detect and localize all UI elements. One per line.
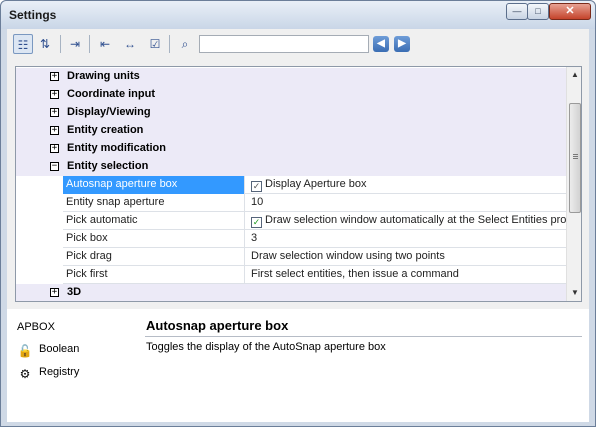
settings-tree: + Drawing units + Coordinate input + Dis…: [15, 66, 582, 302]
categorized-view-icon[interactable]: ☷: [13, 34, 33, 54]
property-value[interactable]: Draw selection window using two points: [246, 248, 566, 266]
category-row[interactable]: + Display/Viewing: [16, 104, 566, 122]
info-title: Autosnap aperture box: [146, 318, 289, 333]
expand-icon[interactable]: +: [50, 108, 59, 117]
category-row[interactable]: + Coordinate input: [16, 86, 566, 104]
search-input[interactable]: [199, 35, 369, 53]
toolbar: ☷ ⇅ ⇥ ⇤ ↔ ☑ ⌕ ◀ ▶: [7, 29, 589, 61]
property-row[interactable]: Pick drag Draw selection window using tw…: [63, 248, 566, 266]
window-title: Settings: [9, 8, 57, 22]
property-row[interactable]: Pick first First select entities, then i…: [63, 266, 566, 284]
title-bar[interactable]: Settings — □ ✕: [1, 1, 595, 29]
variable-name: APBOX: [17, 321, 55, 333]
property-value[interactable]: ✓ Display Aperture box: [246, 176, 566, 194]
type-label: Boolean: [39, 343, 80, 355]
minimize-button[interactable]: —: [506, 3, 528, 20]
property-name: Pick drag: [63, 248, 245, 266]
expand-icon[interactable]: +: [50, 126, 59, 135]
expand-icon[interactable]: +: [50, 288, 59, 297]
grip-icon: [573, 154, 578, 155]
scroll-thumb[interactable]: [569, 103, 581, 213]
property-name: Pick first: [63, 266, 245, 284]
scroll-down-icon[interactable]: ▼: [567, 285, 581, 301]
expand-icon[interactable]: +: [50, 72, 59, 81]
category-row[interactable]: − Entity selection: [16, 158, 566, 176]
category-row[interactable]: + Entity modification: [16, 140, 566, 158]
category-label: Entity selection: [67, 160, 149, 172]
toolbar-separator: [60, 35, 61, 53]
property-value[interactable]: 10: [246, 194, 566, 212]
property-name: Pick box: [63, 230, 245, 248]
property-row[interactable]: Pick box 3: [63, 230, 566, 248]
property-row[interactable]: Autosnap aperture box ✓ Display Aperture …: [63, 176, 566, 194]
category-row[interactable]: + Entity creation: [16, 122, 566, 140]
type-item: 🔓 Boolean: [17, 343, 80, 359]
alphabetical-sort-icon[interactable]: ⇅: [35, 34, 55, 54]
expand-icon[interactable]: +: [50, 144, 59, 153]
find-icon[interactable]: ⌕: [175, 34, 195, 54]
property-name: Entity snap aperture: [63, 194, 245, 212]
collapse-icon[interactable]: −: [50, 162, 59, 171]
maximize-button[interactable]: □: [527, 3, 549, 20]
toolbar-separator: [169, 35, 170, 53]
property-value[interactable]: ✓ Draw selection window automatically at …: [246, 212, 566, 230]
property-name: Pick automatic: [63, 212, 245, 230]
category-label: Drawing units: [67, 70, 140, 82]
category-row[interactable]: + 3D: [16, 284, 566, 301]
import-icon[interactable]: ⇤: [95, 34, 115, 54]
category-label: Entity modification: [67, 142, 166, 154]
checkbox[interactable]: ✓: [251, 181, 262, 192]
next-result-button[interactable]: ▶: [394, 36, 410, 52]
property-value[interactable]: First select entities, then issue a comm…: [246, 266, 566, 284]
checkbox[interactable]: ✓: [251, 217, 262, 228]
previous-result-button[interactable]: ◀: [373, 36, 389, 52]
property-name: Autosnap aperture box: [63, 176, 245, 194]
expand-icon[interactable]: +: [50, 90, 59, 99]
lock-icon: 🔓: [17, 344, 33, 358]
scroll-up-icon[interactable]: ▲: [567, 67, 581, 83]
category-label: 3D: [67, 286, 82, 298]
info-description: Toggles the display of the AutoSnap aper…: [146, 341, 386, 353]
toolbar-separator: [89, 35, 90, 53]
property-value[interactable]: 3: [246, 230, 566, 248]
dimension-icon[interactable]: ↔: [120, 34, 140, 54]
close-button[interactable]: ✕: [549, 3, 591, 20]
property-row[interactable]: Pick automatic ✓ Draw selection window au…: [63, 212, 566, 230]
storage-item: ⚙ Registry: [17, 366, 80, 382]
category-label: Display/Viewing: [67, 106, 151, 118]
category-label: Entity creation: [67, 124, 144, 136]
divider: [145, 336, 582, 337]
checklist-icon[interactable]: ☑: [145, 34, 165, 54]
category-row[interactable]: + Drawing units: [16, 68, 566, 86]
category-label: Coordinate input: [67, 88, 155, 100]
settings-window: Settings — □ ✕ ☷ ⇅ ⇥ ⇤ ↔ ☑ ⌕ ◀ ▶ + Drawi…: [0, 0, 596, 427]
settings-client: ☷ ⇅ ⇥ ⇤ ↔ ☑ ⌕ ◀ ▶ + Drawing units + Coor…: [7, 29, 589, 422]
vertical-scrollbar[interactable]: ▲ ▼: [566, 67, 581, 301]
storage-label: Registry: [39, 366, 80, 378]
property-row[interactable]: Entity snap aperture 10: [63, 194, 566, 212]
property-value-text: Draw selection window automatically at t…: [265, 214, 566, 226]
property-value-text: Display Aperture box: [265, 178, 367, 190]
export-icon[interactable]: ⇥: [65, 34, 85, 54]
registry-icon: ⚙: [19, 367, 31, 381]
info-panel: APBOX 🔓 Boolean ⚙ Registry Autosnap apertu…: [7, 309, 589, 422]
